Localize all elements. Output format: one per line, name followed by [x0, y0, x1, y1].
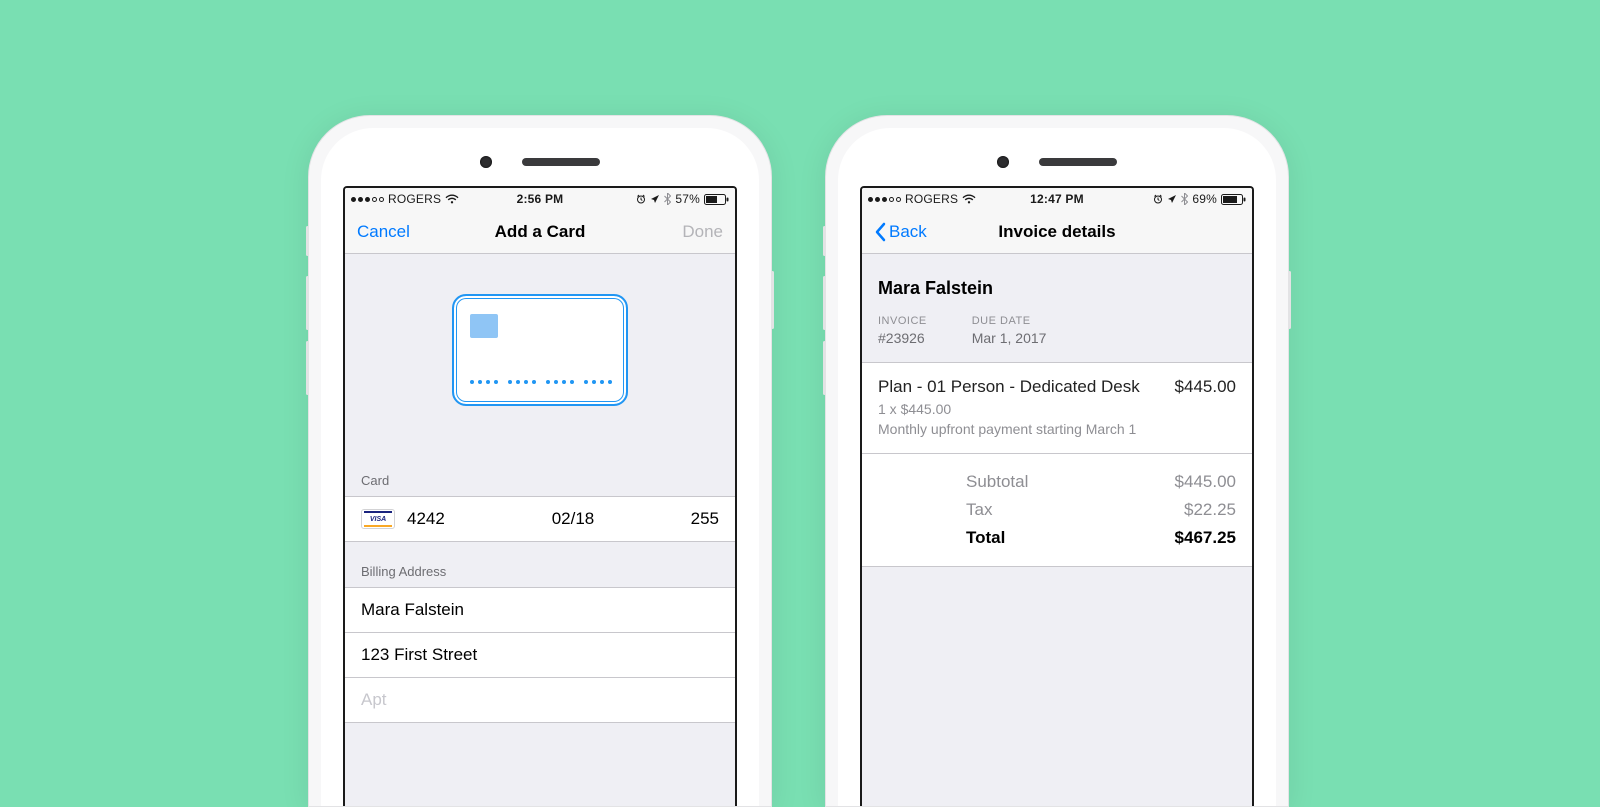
line-qty: 1 x $445.00: [878, 401, 1236, 417]
card-chip-icon: [470, 314, 498, 338]
card-section-label: Card: [345, 451, 735, 496]
battery-icon: [704, 194, 729, 205]
invoice-customer: Mara Falstein: [878, 278, 1236, 299]
nav-bar: Back Invoice details: [862, 210, 1252, 254]
billing-street-input[interactable]: 123 First Street: [345, 633, 735, 678]
total-label: Total: [966, 528, 1096, 548]
invoice-header: Mara Falstein INVOICE #23926 DUE DATE Ma…: [862, 254, 1252, 362]
due-date: Mar 1, 2017: [972, 330, 1047, 346]
billing-apt-input[interactable]: Apt: [345, 678, 735, 723]
signal-dots-icon: [868, 197, 901, 202]
done-button[interactable]: Done: [682, 222, 723, 242]
invoice-number-label: INVOICE: [878, 315, 927, 327]
card-expiry[interactable]: 02/18: [499, 509, 647, 529]
total-value: $467.25: [1136, 528, 1236, 548]
billing-name-input[interactable]: Mara Falstein: [345, 587, 735, 633]
status-time: 2:56 PM: [477, 192, 603, 206]
carrier-label: ROGERS: [388, 192, 441, 206]
alarm-icon: [1153, 194, 1163, 204]
bluetooth-icon: [1181, 193, 1188, 205]
battery-percent: 69%: [1192, 192, 1217, 206]
card-cvc[interactable]: 255: [659, 509, 719, 529]
wifi-icon: [445, 194, 459, 204]
front-camera-icon: [480, 156, 492, 168]
status-time: 12:47 PM: [994, 192, 1120, 206]
card-outline-icon: [452, 294, 628, 406]
back-label: Back: [889, 222, 927, 242]
alarm-icon: [636, 194, 646, 204]
front-camera-icon: [997, 156, 1009, 168]
signal-dots-icon: [351, 197, 384, 202]
subtotal-value: $445.00: [1136, 472, 1236, 492]
card-number-dots-icon: [470, 380, 610, 384]
battery-icon: [1221, 194, 1246, 205]
location-icon: [650, 194, 660, 204]
invoice-totals: Subtotal $445.00 Tax $22.25 Total $467.2…: [862, 454, 1252, 567]
status-bar: ROGERS 2:56 PM: [345, 188, 735, 210]
status-bar: ROGERS 12:47 PM: [862, 188, 1252, 210]
invoice-line-item: Plan - 01 Person - Dedicated Desk $445.0…: [862, 362, 1252, 454]
speaker-grille-icon: [1039, 158, 1117, 166]
line-desc: Monthly upfront payment starting March 1: [878, 421, 1236, 437]
chevron-left-icon: [874, 222, 886, 242]
billing-section-label: Billing Address: [345, 542, 735, 587]
visa-icon: VISA: [361, 509, 395, 529]
speaker-grille-icon: [522, 158, 600, 166]
line-title: Plan - 01 Person - Dedicated Desk: [878, 377, 1140, 397]
phone-right: ROGERS 12:47 PM: [825, 115, 1289, 807]
invoice-number: #23926: [878, 330, 927, 346]
location-icon: [1167, 194, 1177, 204]
card-last4[interactable]: 4242: [407, 509, 487, 529]
wifi-icon: [962, 194, 976, 204]
card-input-row[interactable]: VISA 4242 02/18 255: [345, 496, 735, 542]
phone-left: ROGERS 2:56 PM: [308, 115, 772, 807]
phone-top-hardware: [343, 156, 737, 186]
bluetooth-icon: [664, 193, 671, 205]
cancel-button[interactable]: Cancel: [357, 222, 410, 242]
tax-label: Tax: [966, 500, 1096, 520]
line-amount: $445.00: [1175, 377, 1236, 397]
phone-top-hardware: [860, 156, 1254, 186]
nav-bar: Cancel Add a Card Done: [345, 210, 735, 254]
battery-percent: 57%: [675, 192, 700, 206]
card-preview: [345, 254, 735, 451]
back-button[interactable]: Back: [874, 222, 927, 242]
tax-value: $22.25: [1136, 500, 1236, 520]
subtotal-label: Subtotal: [966, 472, 1096, 492]
carrier-label: ROGERS: [905, 192, 958, 206]
due-date-label: DUE DATE: [972, 315, 1047, 327]
